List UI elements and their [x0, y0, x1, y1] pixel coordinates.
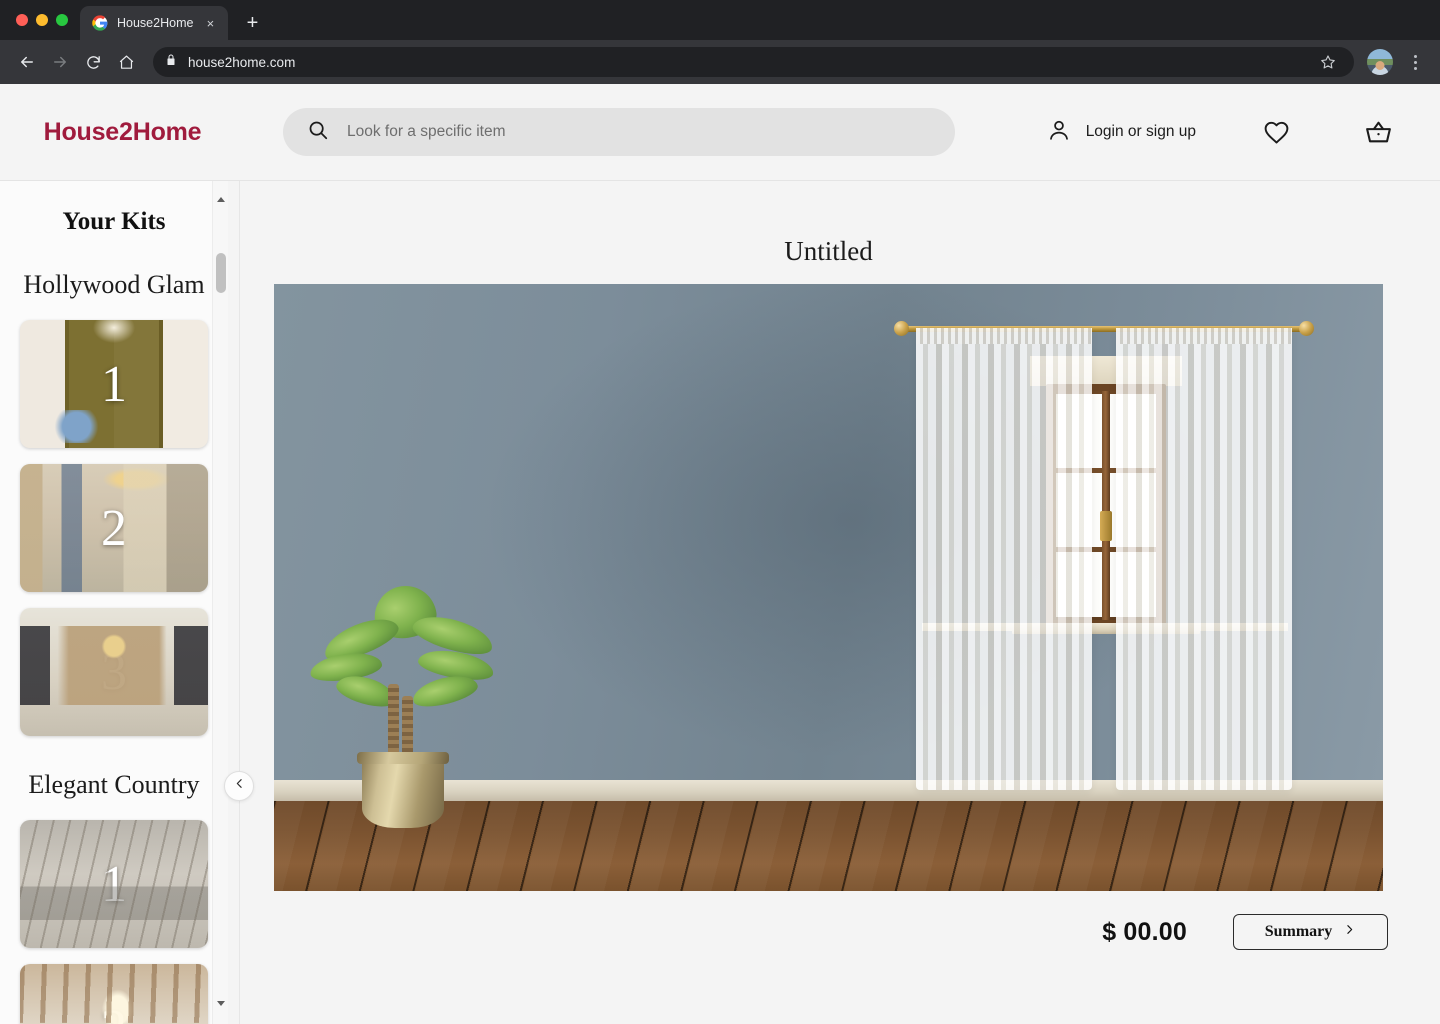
kit-thumbnail[interactable]: 1 [20, 320, 208, 448]
kit-thumbnail-number: 1 [101, 355, 127, 413]
kit-thumbnail[interactable]: 3 [20, 608, 208, 736]
collapse-sidebar-button[interactable] [224, 771, 254, 801]
address-bar[interactable]: house2home.com [153, 47, 1354, 77]
kit-thumbnail-number: 1 [101, 855, 127, 913]
url-text: house2home.com [188, 54, 296, 70]
potted-plant [306, 578, 506, 828]
total-price: $ 00.00 [1102, 917, 1187, 946]
curtain-panel-right [1116, 328, 1292, 790]
triangle-up-icon[interactable] [213, 191, 228, 208]
page-content: Your Kits Hollywood Glam 1 2 3 Elegant C… [0, 181, 1440, 1024]
window-assembly [894, 298, 1314, 820]
new-tab-button[interactable]: + [238, 9, 266, 37]
plant-pot [357, 752, 449, 828]
search-icon [307, 119, 329, 146]
back-arrow-icon[interactable] [12, 47, 42, 77]
kit-thumbnail-number: 2 [101, 499, 127, 557]
kit-thumbnail[interactable]: 2 [20, 964, 208, 1024]
basket-icon[interactable] [1356, 110, 1400, 154]
kit-thumbnail-number: 3 [101, 643, 127, 701]
close-window-button[interactable] [16, 14, 28, 26]
minimize-window-button[interactable] [36, 14, 48, 26]
chevron-left-icon [233, 777, 246, 795]
profile-avatar-icon[interactable] [1367, 49, 1393, 75]
sidebar-divider [239, 181, 240, 1024]
browser-window: House2Home × + house2home.com House2Home… [0, 0, 1440, 1024]
login-signup-label: Login or sign up [1085, 123, 1196, 140]
reload-icon[interactable] [78, 47, 108, 77]
triangle-down-icon[interactable] [213, 995, 228, 1012]
maximize-window-button[interactable] [56, 14, 68, 26]
kebab-menu-icon[interactable] [1402, 49, 1428, 75]
summary-button-label: Summary [1264, 923, 1333, 940]
window-mullion [1102, 391, 1110, 620]
browser-tab-strip: House2Home × + [0, 0, 1440, 40]
window-handle-icon [1100, 511, 1112, 541]
site-header: House2Home Look for a specific item Logi… [0, 84, 1440, 181]
sidebar-title: Your Kits [62, 208, 166, 235]
kit-thumbnail[interactable]: 2 [20, 464, 208, 592]
site-logo[interactable]: House2Home [0, 118, 245, 147]
kit-group-title: Elegant Country [28, 770, 200, 799]
kit-thumbnail-number: 2 [20, 964, 208, 1024]
kit-group-title: Hollywood Glam [23, 270, 205, 299]
room-footer-bar: $ 00.00 Summary [269, 891, 1388, 950]
header-actions: Login or sign up [1046, 110, 1400, 154]
forward-arrow-icon[interactable] [45, 47, 75, 77]
scrollbar-thumb[interactable] [216, 253, 226, 293]
curtain-rod-finial [894, 321, 909, 336]
browser-tab[interactable]: House2Home × [80, 6, 229, 40]
summary-button[interactable]: Summary [1233, 914, 1388, 950]
close-tab-icon[interactable]: × [202, 15, 218, 31]
sidebar-scrollbar[interactable] [212, 181, 228, 1024]
kits-list: Your Kits Hollywood Glam 1 2 3 Elegant C… [0, 181, 228, 1024]
tab-title: House2Home [117, 16, 194, 30]
star-icon[interactable] [1314, 48, 1342, 76]
curtain-rod-finial [1299, 321, 1314, 336]
kits-sidebar: Your Kits Hollywood Glam 1 2 3 Elegant C… [0, 181, 228, 1024]
search-placeholder: Look for a specific item [347, 123, 506, 140]
home-icon[interactable] [111, 47, 141, 77]
room-title[interactable]: Untitled [269, 181, 1388, 267]
curtain-panel-left [916, 328, 1092, 790]
kit-thumbnail[interactable]: 1 [20, 820, 208, 948]
login-signup-button[interactable]: Login or sign up [1046, 117, 1196, 148]
heart-icon[interactable] [1254, 110, 1298, 154]
browser-toolbar: house2home.com [0, 40, 1440, 84]
lock-icon [165, 53, 177, 71]
room-editor: Untitled $ 00.00 Summary [228, 181, 1440, 1024]
window-traffic-lights [10, 0, 78, 40]
room-render-image[interactable] [274, 284, 1383, 891]
google-g-icon [92, 15, 108, 31]
person-icon [1046, 117, 1072, 148]
chevron-right-icon [1343, 923, 1356, 941]
search-input[interactable]: Look for a specific item [283, 108, 955, 156]
